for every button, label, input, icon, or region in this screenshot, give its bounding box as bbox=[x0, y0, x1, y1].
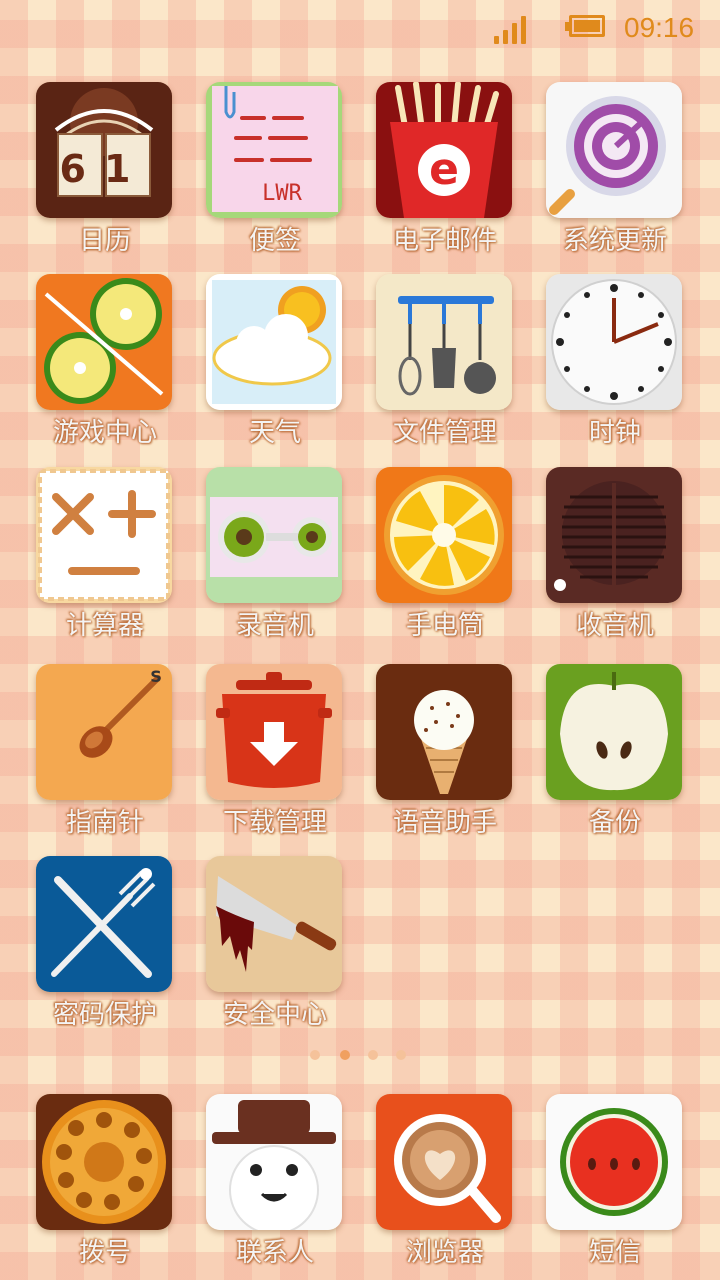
app-email[interactable]: e 电子邮件 bbox=[360, 82, 530, 262]
browser-icon bbox=[376, 1094, 512, 1230]
dock-messages[interactable]: 短信 bbox=[530, 1094, 700, 1274]
app-label: 语音助手 bbox=[392, 808, 497, 838]
compass-direction-text: S bbox=[150, 667, 162, 686]
calendar-icon: 61 bbox=[36, 82, 172, 218]
app-label: 天气 bbox=[248, 418, 301, 448]
app-voice-assistant[interactable]: 语音助手 bbox=[360, 664, 530, 844]
app-label: 日历 bbox=[78, 226, 131, 256]
download-manager-icon bbox=[206, 664, 342, 800]
dialer-icon bbox=[36, 1094, 172, 1230]
app-label: 电子邮件 bbox=[392, 226, 497, 256]
page-dot[interactable] bbox=[368, 1050, 378, 1060]
recorder-icon bbox=[206, 467, 342, 603]
status-time: 09:16 bbox=[624, 12, 695, 43]
flashlight-icon bbox=[376, 467, 512, 603]
app-label: 手电筒 bbox=[405, 611, 484, 641]
app-notes[interactable]: LWR 便签 bbox=[190, 82, 360, 262]
dock-browser[interactable]: 浏览器 bbox=[360, 1094, 530, 1274]
file-manager-icon bbox=[376, 274, 512, 410]
app-label: 拨号 bbox=[78, 1238, 131, 1268]
notes-icon: LWR bbox=[206, 82, 342, 218]
security-center-icon bbox=[206, 856, 342, 992]
app-calculator[interactable]: 计算器 bbox=[20, 467, 190, 647]
email-icon: e bbox=[376, 82, 512, 218]
app-label: 备份 bbox=[588, 808, 641, 838]
app-label: 录音机 bbox=[235, 611, 314, 641]
app-download-manager[interactable]: 下载管理 bbox=[190, 664, 360, 844]
app-label: 联系人 bbox=[235, 1238, 314, 1268]
battery-icon bbox=[565, 15, 609, 41]
dock-dialer[interactable]: 拨号 bbox=[20, 1094, 190, 1274]
app-label: 时钟 bbox=[588, 418, 641, 448]
app-label: 收音机 bbox=[575, 611, 654, 641]
game-center-icon bbox=[36, 274, 172, 410]
compass-icon: S bbox=[36, 664, 172, 800]
app-label: 短信 bbox=[588, 1238, 641, 1268]
app-game-center[interactable]: 游戏中心 bbox=[20, 274, 190, 454]
app-system-update[interactable]: 系统更新 bbox=[530, 82, 700, 262]
app-clock[interactable]: 时钟 bbox=[530, 274, 700, 454]
app-file-manager[interactable]: 文件管理 bbox=[360, 274, 530, 454]
signal-icon bbox=[494, 14, 532, 44]
app-calendar[interactable]: 61 日历 bbox=[20, 82, 190, 262]
app-flashlight[interactable]: 手电筒 bbox=[360, 467, 530, 647]
app-label: 系统更新 bbox=[562, 226, 667, 256]
app-label: 计算器 bbox=[65, 611, 144, 641]
app-radio[interactable]: 收音机 bbox=[530, 467, 700, 647]
system-update-icon bbox=[546, 82, 682, 218]
contacts-icon bbox=[206, 1094, 342, 1230]
app-recorder[interactable]: 录音机 bbox=[190, 467, 360, 647]
app-label: 密码保护 bbox=[52, 1000, 157, 1030]
app-label: 下载管理 bbox=[222, 808, 327, 838]
status-bar: 09:16 bbox=[0, 0, 720, 56]
voice-assistant-icon bbox=[376, 664, 512, 800]
app-compass[interactable]: S 指南针 bbox=[20, 664, 190, 844]
weather-icon bbox=[206, 274, 342, 410]
clock-icon bbox=[546, 274, 682, 410]
dock-contacts[interactable]: 联系人 bbox=[190, 1094, 360, 1274]
email-logo-text: e bbox=[429, 144, 459, 195]
app-label: 安全中心 bbox=[222, 1000, 327, 1030]
app-weather[interactable]: 天气 bbox=[190, 274, 360, 454]
app-label: 游戏中心 bbox=[52, 418, 157, 448]
app-label: 便签 bbox=[248, 226, 301, 256]
password-protection-icon bbox=[36, 856, 172, 992]
calculator-icon bbox=[36, 467, 172, 603]
app-label: 指南针 bbox=[65, 808, 144, 838]
notes-sample-text: LWR bbox=[262, 181, 302, 206]
app-label: 浏览器 bbox=[405, 1238, 484, 1268]
app-password-protection[interactable]: 密码保护 bbox=[20, 856, 190, 1036]
backup-icon bbox=[546, 664, 682, 800]
radio-icon bbox=[546, 467, 682, 603]
page-indicator bbox=[308, 1050, 412, 1064]
page-dot-active[interactable] bbox=[340, 1050, 350, 1060]
page-dot[interactable] bbox=[396, 1050, 406, 1060]
page-dot[interactable] bbox=[310, 1050, 320, 1060]
calendar-date-text: 61 bbox=[60, 147, 149, 191]
app-label: 文件管理 bbox=[392, 418, 497, 448]
messages-icon bbox=[546, 1094, 682, 1230]
app-security-center[interactable]: 安全中心 bbox=[190, 856, 360, 1036]
app-backup[interactable]: 备份 bbox=[530, 664, 700, 844]
